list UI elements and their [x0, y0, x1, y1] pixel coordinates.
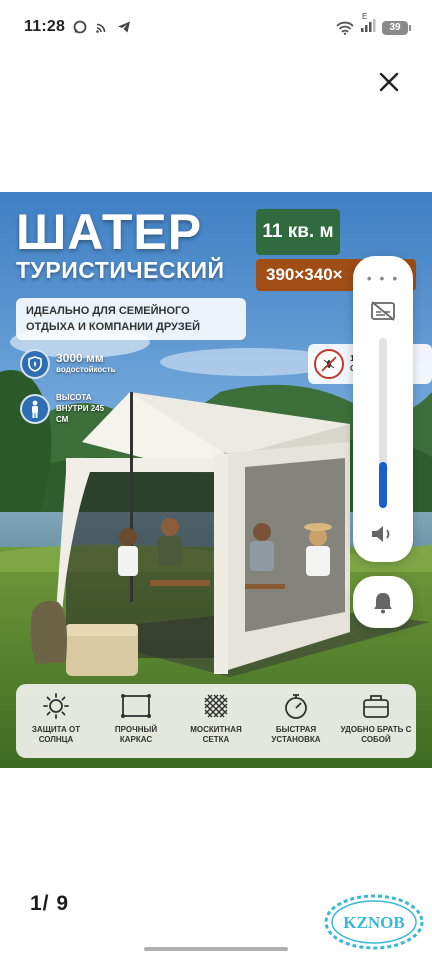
volume-panel: • • • [353, 256, 413, 562]
navigation-handle[interactable] [144, 947, 288, 951]
status-left-icons [73, 20, 131, 34]
status-bar: 11:28 E 39 [0, 0, 432, 54]
no-mosquito-icon [314, 349, 344, 379]
shield-icon [20, 349, 50, 379]
page-indicator: 1/ 9 [30, 892, 70, 915]
cast-icon [96, 23, 106, 33]
feature-sun-protection: ЗАЩИТА ОТ СОЛНЦА [20, 691, 92, 745]
more-options-icon[interactable]: • • • [353, 270, 413, 286]
signal-wrapper: E [360, 12, 376, 37]
network-type-label: E [362, 12, 368, 21]
waterproof-value: 3000 мм [56, 351, 104, 365]
mesh-icon [202, 691, 230, 721]
feature-label: БЫСТРАЯ УСТАНОВКА [271, 725, 321, 744]
product-title: ШАТЕР [16, 204, 203, 260]
close-button[interactable] [371, 66, 407, 98]
waterproof-label: водостойкость [56, 365, 116, 374]
wifi-icon [336, 21, 354, 35]
height-label: ВЫСОТА ВНУТРИ 245 СМ [56, 393, 105, 424]
whatsapp-icon [73, 20, 87, 34]
bell-icon [374, 593, 392, 614]
height-feature: ВЫСОТА ВНУТРИ 245 СМ [20, 392, 118, 425]
telegram-icon [118, 21, 131, 33]
sun-icon [42, 691, 70, 721]
feature-label: ЗАЩИТА ОТ СОЛНЦА [31, 725, 81, 744]
feature-portable: УДОБНО БРАТЬ С СОБОЙ [340, 691, 412, 745]
features-bar: ЗАЩИТА ОТ СОЛНЦА ПРОЧНЫЙ КАРКАС МОСКИТНА… [16, 684, 416, 758]
feature-label: УДОБНО БРАТЬ С СОБОЙ [340, 725, 412, 744]
close-icon [379, 72, 399, 92]
area-badge: 11 кв. м [256, 209, 340, 255]
volume-slider[interactable] [379, 338, 387, 508]
frame-icon [119, 691, 153, 721]
bag-icon [361, 691, 391, 721]
person-height-icon [20, 393, 50, 424]
battery-indicator: 39 [382, 20, 411, 35]
notification-sound-button[interactable] [353, 576, 413, 628]
volume-level [379, 462, 387, 508]
status-right-icons: E 39 [336, 12, 411, 37]
waterproof-feature: 3000 мм водостойкость [20, 349, 115, 379]
product-subtitle: ТУРИСТИЧЕСКИЙ [16, 257, 225, 283]
feature-quick-setup: БЫСТРАЯ УСТАНОВКА [260, 691, 332, 745]
waterproof-text: 3000 мм водостойкость [56, 351, 116, 375]
feature-strong-frame: ПРОЧНЫЙ КАРКАС [100, 691, 172, 745]
height-text: ВЫСОТА ВНУТРИ 245 СМ [56, 392, 118, 425]
watermark-text: KZNOB [343, 913, 404, 932]
feature-label: ПРОЧНЫЙ КАРКАС [114, 725, 158, 744]
captions-off-icon[interactable] [370, 300, 396, 327]
feature-label: МОСКИТНАЯ СЕТКА [190, 725, 242, 744]
tagline: ИДЕАЛЬНО ДЛЯ СЕМЕЙНОГО ОТДЫХА И КОМПАНИИ… [16, 298, 246, 340]
status-time: 11:28 [24, 18, 66, 35]
stopwatch-icon [282, 691, 310, 721]
feature-mosquito-net: МОСКИТНАЯ СЕТКА [180, 691, 252, 745]
screen: 11:28 E 39 ШАТЕР ТУРИСТИЧЕСКИЙ 11 кв. м … [0, 0, 432, 960]
watermark-logo: KZNOB [320, 888, 428, 956]
speaker-icon[interactable] [369, 522, 397, 551]
